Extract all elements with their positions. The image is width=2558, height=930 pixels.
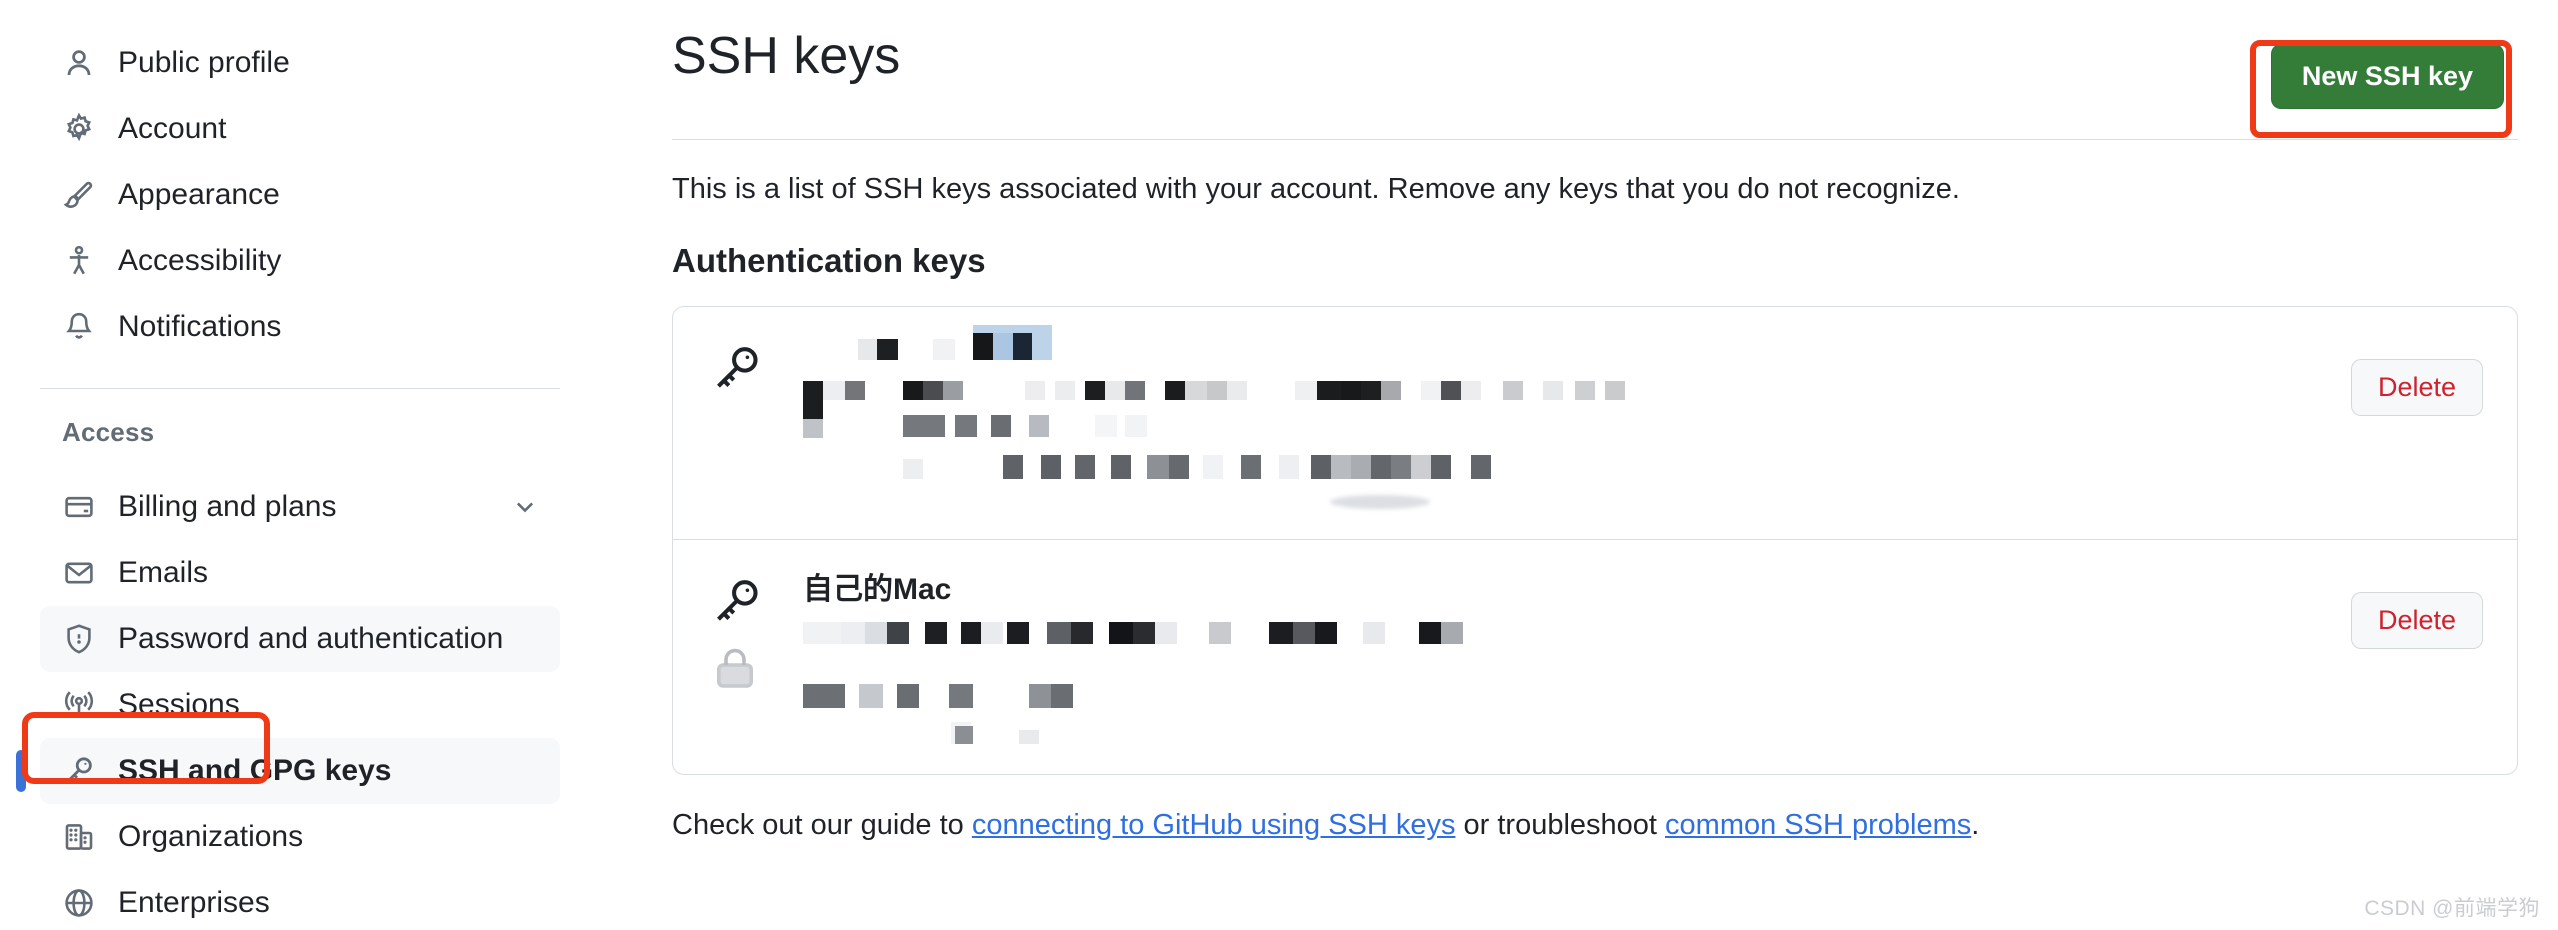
key-row-icons <box>711 570 803 692</box>
sidebar-item-label: Notifications <box>118 310 282 343</box>
section-title-authentication-keys: Authentication keys <box>672 242 986 279</box>
key-row-body <box>803 325 2327 509</box>
sidebar-item-emails[interactable]: Emails <box>40 540 560 606</box>
redacted-key-fingerprint <box>803 622 2327 744</box>
delete-key-button[interactable]: Delete <box>2350 358 2483 416</box>
link-connecting-to-github-using-ssh-keys[interactable]: connecting to GitHub using SSH keys <box>972 809 1456 841</box>
sidebar-item-label: Account <box>118 112 227 145</box>
sidebar-item-notifications[interactable]: Notifications <box>40 294 560 360</box>
settings-page: Public profile Account Appearance Access… <box>0 0 2558 930</box>
delete-key-button[interactable]: Delete <box>2350 591 2483 649</box>
link-common-ssh-problems[interactable]: common SSH problems <box>1665 809 1971 841</box>
key-icon <box>717 580 758 621</box>
gear-icon <box>62 112 96 146</box>
page-title: SSH keys <box>672 27 901 85</box>
paintbrush-icon <box>62 178 96 212</box>
footer-suffix: . <box>1971 809 1980 841</box>
page-description: This is a list of SSH keys associated wi… <box>672 173 1960 205</box>
footer-help-text: Check out our guide to connecting to Git… <box>672 809 2518 842</box>
shield-lock-icon <box>62 622 96 656</box>
sidebar-item-label: Appearance <box>118 178 280 211</box>
sidebar-divider <box>40 388 560 389</box>
sidebar-item-label: Billing and plans <box>118 490 337 523</box>
table-row: Delete <box>673 307 2517 539</box>
lock-icon <box>716 648 754 688</box>
globe-icon <box>62 886 96 920</box>
settings-sidebar: Public profile Account Appearance Access… <box>0 0 600 930</box>
sidebar-item-organizations[interactable]: Organizations <box>40 804 560 870</box>
footer-prefix: Check out our guide to <box>672 809 972 841</box>
redacted-key-content <box>803 325 2327 509</box>
bell-icon <box>62 310 96 344</box>
sidebar-item-password-and-authentication[interactable]: Password and authentication <box>40 606 560 672</box>
sidebar-item-billing-and-plans[interactable]: Billing and plans <box>40 474 560 540</box>
sidebar-item-label: Password and authentication <box>118 622 504 655</box>
sidebar-item-label: Emails <box>118 556 209 589</box>
person-icon <box>62 46 96 80</box>
sidebar-item-account[interactable]: Account <box>40 96 560 162</box>
sidebar-item-appearance[interactable]: Appearance <box>40 162 560 228</box>
broadcast-icon <box>62 688 96 722</box>
organization-icon <box>62 820 96 854</box>
key-row-icons <box>711 337 803 395</box>
table-row: 自己的Mac Delete <box>673 539 2517 774</box>
key-row-body: 自己的Mac <box>803 570 2327 744</box>
key-icon <box>717 347 758 388</box>
sidebar-item-label: Organizations <box>118 820 304 853</box>
key-row-actions: Delete <box>2327 570 2483 670</box>
new-key-button-wrap: New SSH key <box>2250 28 2518 138</box>
sidebar-item-enterprises[interactable]: Enterprises <box>40 870 560 930</box>
authentication-keys-panel: Delete 自己的Mac Delete <box>672 306 2518 775</box>
page-header: SSH keys New SSH key <box>672 27 2518 140</box>
sidebar-item-accessibility[interactable]: Accessibility <box>40 228 560 294</box>
sidebar-item-label: Accessibility <box>118 244 282 277</box>
sidebar-item-ssh-and-gpg-keys[interactable]: SSH and GPG keys <box>16 738 560 804</box>
credit-card-icon <box>62 490 96 524</box>
mail-icon <box>62 556 96 590</box>
accessibility-icon <box>62 244 96 278</box>
sidebar-item-label: Sessions <box>118 688 240 721</box>
active-indicator-bar <box>16 750 26 792</box>
sidebar-item-public-profile[interactable]: Public profile <box>40 30 560 96</box>
sidebar-group-title-access: Access <box>62 417 155 447</box>
main-content: SSH keys New SSH key This is a list of S… <box>672 0 2518 930</box>
new-ssh-key-button[interactable]: New SSH key <box>2270 44 2504 109</box>
watermark: CSDN @前端学狗 <box>2364 897 2540 920</box>
key-row-actions: Delete <box>2327 337 2483 437</box>
footer-middle: or troubleshoot <box>1455 809 1666 841</box>
sidebar-item-sessions[interactable]: Sessions <box>40 672 560 738</box>
sidebar-item-label: Public profile <box>118 46 290 79</box>
chevron-down-icon[interactable] <box>512 494 538 520</box>
key-title: 自己的Mac <box>803 573 952 606</box>
sidebar-item-label: SSH and GPG keys <box>118 754 392 787</box>
sidebar-item-label: Enterprises <box>118 886 270 919</box>
redaction-smudge <box>1330 495 1430 509</box>
key-icon <box>62 754 96 788</box>
